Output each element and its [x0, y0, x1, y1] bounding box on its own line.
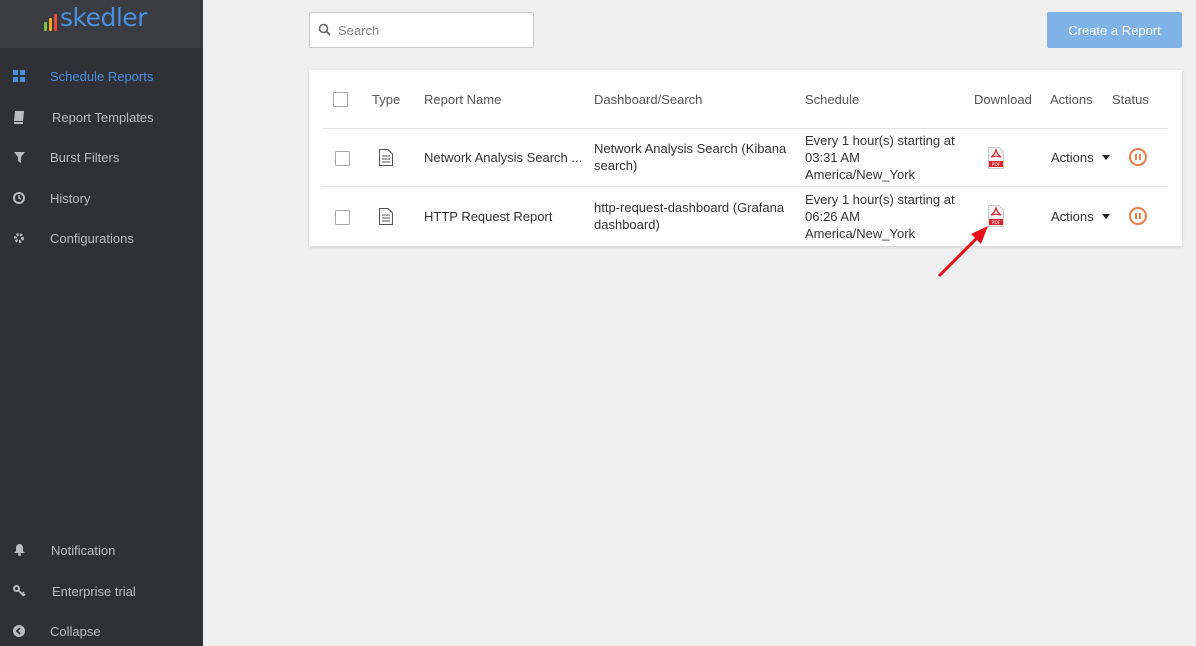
logo[interactable]: skedler [0, 0, 203, 48]
sidebar-item-collapse[interactable]: Collapse [0, 613, 203, 646]
filter-icon [12, 150, 26, 164]
column-header-status: Status [1112, 92, 1149, 107]
column-header-dashboard[interactable]: Dashboard/Search [594, 92, 702, 107]
row-checkbox[interactable] [335, 151, 350, 166]
actions-label: Actions [1051, 150, 1094, 165]
gear-icon [12, 231, 26, 245]
divider [323, 186, 1168, 187]
sidebar: skedler Schedule Reports Report Template… [0, 0, 203, 646]
schedule-text: Every 1 hour(s) starting at [805, 133, 955, 148]
document-icon [379, 149, 393, 166]
clock-icon [12, 191, 26, 205]
search-input[interactable] [338, 22, 528, 38]
pause-icon[interactable] [1129, 148, 1147, 166]
dashboard-type: dashboard) [594, 217, 660, 232]
key-icon [12, 584, 26, 598]
report-name[interactable]: HTTP Request Report [424, 208, 552, 225]
pdf-icon[interactable]: PDF [988, 147, 1004, 169]
sidebar-item-burst-filters[interactable]: Burst Filters [0, 139, 203, 175]
schedule-timezone: America/New_York [805, 226, 916, 241]
search-icon [318, 23, 331, 36]
column-header-actions: Actions [1050, 92, 1093, 107]
actions-dropdown[interactable]: Actions [1051, 149, 1110, 166]
schedule-time: 06:26 AM [805, 209, 860, 224]
select-all-checkbox[interactable] [333, 92, 348, 107]
sidebar-item-label: Configurations [50, 230, 134, 246]
logo-bars-icon [44, 13, 57, 31]
report-name[interactable]: Network Analysis Search ... [424, 149, 582, 166]
bell-icon [12, 543, 26, 557]
column-header-download: Download [974, 92, 1032, 107]
search-box[interactable] [309, 12, 534, 48]
annotation-arrow-icon [937, 226, 988, 278]
row-checkbox[interactable] [335, 210, 350, 225]
column-header-type: Type [372, 92, 401, 107]
sidebar-item-label: Report Templates [52, 109, 154, 125]
logo-text: skedler [60, 2, 147, 32]
schedule-text: Every 1 hour(s) starting at [805, 192, 955, 207]
dashboard-name: Network Analysis Search (Kibana [594, 141, 787, 156]
divider [323, 128, 1168, 129]
caret-down-icon [1101, 155, 1110, 160]
caret-down-icon [1101, 214, 1110, 219]
sidebar-item-report-templates[interactable]: Report Templates [0, 99, 203, 135]
actions-dropdown[interactable]: Actions [1051, 208, 1110, 225]
sidebar-item-history[interactable]: History [0, 180, 203, 216]
dashboard-type: search) [594, 158, 638, 173]
sidebar-item-label: Collapse [50, 623, 101, 639]
sidebar-item-label: Schedule Reports [50, 68, 154, 84]
chevron-left-circle-icon [12, 624, 26, 638]
create-report-button[interactable]: Create a Report [1047, 12, 1182, 48]
schedule-time: 03:31 AM [805, 150, 860, 165]
document-icon [379, 208, 393, 225]
sidebar-item-schedule-reports[interactable]: Schedule Reports [0, 58, 203, 94]
sidebar-item-label: History [50, 190, 91, 206]
grid-icon [12, 69, 26, 83]
column-header-schedule: Schedule [805, 92, 860, 107]
sidebar-item-label: Enterprise trial [52, 583, 136, 599]
sidebar-item-label: Notification [51, 542, 116, 558]
sidebar-item-enterprise-trial[interactable]: Enterprise trial [0, 573, 203, 609]
reports-table: Type Report Name Dashboard/Search Schedu… [309, 70, 1182, 246]
schedule-timezone: America/New_York [805, 167, 916, 182]
dashboard-name: http-request-dashboard (Grafana [594, 200, 785, 215]
sidebar-item-notification[interactable]: Notification [0, 532, 203, 568]
book-icon [12, 110, 26, 124]
sidebar-item-configurations[interactable]: Configurations [0, 220, 203, 256]
sidebar-item-label: Burst Filters [50, 149, 120, 165]
pause-icon[interactable] [1129, 207, 1147, 225]
svg-text:PDF: PDF [992, 162, 1001, 168]
actions-label: Actions [1051, 209, 1094, 224]
column-header-report-name[interactable]: Report Name [424, 92, 501, 107]
